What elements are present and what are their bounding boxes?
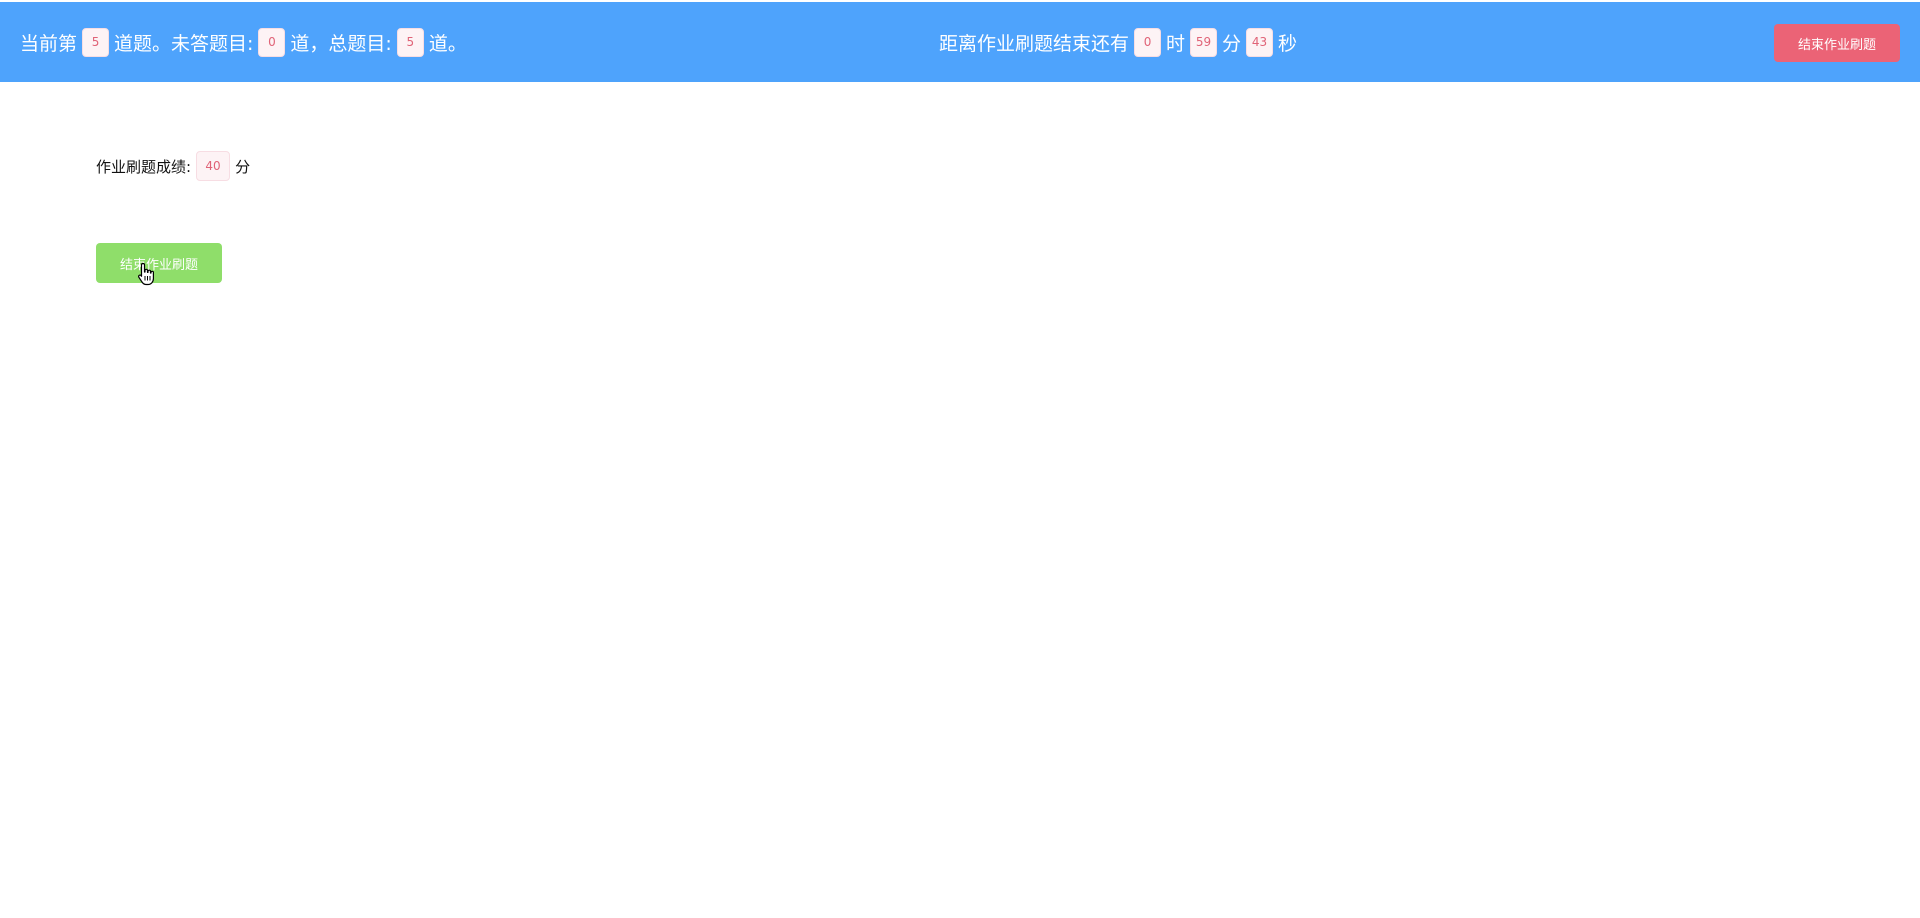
score-unit: 分	[235, 157, 251, 176]
total-count: 5	[396, 27, 424, 57]
countdown-timer: 距离作业刷题结束还有 0 时 59 分 43 秒	[939, 2, 1297, 82]
score-value: 40	[196, 151, 231, 181]
timer-minutes: 59	[1190, 27, 1218, 57]
timer-hours-unit: 时	[1166, 32, 1186, 55]
timer-hours: 0	[1134, 27, 1162, 57]
current-question-number: 5	[82, 27, 110, 57]
progress-text-2: 道，总题目:	[290, 32, 392, 55]
timer-prefix: 距离作业刷题结束还有	[939, 32, 1130, 55]
timer-seconds-unit: 秒	[1278, 32, 1298, 55]
progress-prefix: 当前第	[20, 32, 78, 55]
timer-minutes-unit: 分	[1222, 32, 1242, 55]
top-bar: 当前第 5 道题。未答题目: 0 道，总题目: 5 道。 距离作业刷题结束还有 …	[0, 2, 1920, 82]
unanswered-count: 0	[258, 27, 286, 57]
question-progress: 当前第 5 道题。未答题目: 0 道，总题目: 5 道。	[20, 2, 467, 82]
end-homework-button[interactable]: 结束作业刷题	[96, 243, 222, 283]
timer-seconds: 43	[1246, 27, 1274, 57]
progress-suffix: 道。	[428, 32, 467, 55]
end-homework-button-top[interactable]: 结束作业刷题	[1774, 24, 1900, 62]
progress-text-1: 道题。未答题目:	[114, 32, 254, 55]
score-row: 作业刷题成绩: 40 分	[96, 151, 250, 181]
score-label: 作业刷题成绩:	[96, 157, 192, 176]
